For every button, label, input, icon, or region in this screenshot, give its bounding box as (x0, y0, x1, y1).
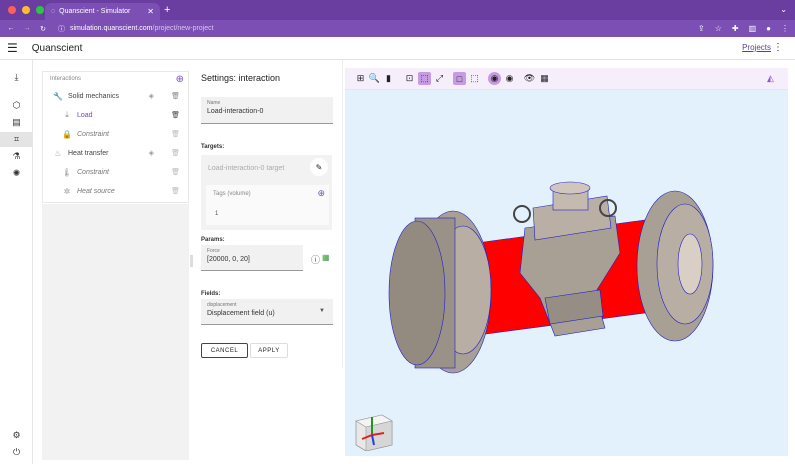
add-tag-icon[interactable]: ⊕ (317, 188, 325, 199)
tags-label: Tags (volume) (213, 191, 251, 197)
tree-panel-background (42, 204, 189, 460)
add-interaction-icon[interactable]: ⊕ (176, 74, 184, 85)
add-sub-interaction-icon[interactable]: ◈ (149, 92, 154, 100)
force-label: Force (207, 248, 220, 254)
targets-heading: Targets: (201, 144, 225, 150)
delete-icon[interactable]: 🗑 (171, 168, 180, 176)
apply-button[interactable]: APPLY (250, 343, 288, 358)
target-placeholder: Load-interaction-0 target (208, 165, 285, 172)
close-window-button[interactable] (8, 6, 16, 14)
address-bar[interactable]: ⓘ simulation.quanscient.com/project/new-… (58, 24, 214, 34)
minimize-window-button[interactable] (22, 6, 30, 14)
dropdown-arrow-icon: ▼ (319, 308, 325, 314)
tags-box: Tags (volume) ⊕ 1 (206, 185, 329, 225)
url-path: /project/new-project (152, 25, 214, 32)
pipe-model (388, 181, 714, 374)
delete-icon[interactable]: 🗑 (171, 187, 180, 195)
wrench-icon: 🔧 (53, 91, 63, 101)
tree-item-heat-transfer[interactable]: ♨ Heat transfer ◈ 🗑 (43, 145, 188, 161)
force-field[interactable]: Force [20000, 0, 20] (201, 245, 303, 271)
name-value: Load-interaction-0 (207, 108, 264, 115)
maximize-window-button[interactable] (36, 6, 44, 14)
force-value: [20000, 0, 20] (207, 256, 250, 263)
app-header: ☰ Quanscient Projects ⋮ (0, 37, 795, 60)
forward-icon[interactable]: → (22, 25, 32, 32)
cancel-button[interactable]: CANCEL (201, 343, 248, 358)
tree-title: Interactions (50, 76, 82, 82)
import-icon[interactable]: ⤓ (0, 70, 33, 85)
tree-item-label: Heat transfer (68, 149, 109, 157)
settings-title: Settings: interaction (201, 73, 281, 83)
tree-item-label: Load (77, 111, 93, 119)
delete-icon[interactable]: 🗑 (171, 92, 180, 100)
new-tab-button[interactable]: + (164, 4, 170, 16)
tab-favicon-icon: ◌ (51, 8, 56, 15)
browser-tab[interactable]: ◌ Quanscient - Simulator ✕ (45, 3, 160, 20)
side-panel-icon[interactable]: ▥ (749, 24, 757, 33)
3d-viewport[interactable]: ⊞ 🔍 ▮ ⊡ ⬚ ⤢ □ ⬚ ◉ ◉ 👁 ▦ ◭ (345, 68, 788, 456)
fields-heading: Fields: (201, 291, 221, 297)
site-info-icon[interactable]: ⓘ (58, 24, 65, 34)
edit-pencil-icon[interactable]: ✎ (310, 158, 328, 176)
share-icon[interactable]: ⇪ (698, 24, 705, 33)
tree-item-constraint-heat[interactable]: 🌡 Constraint 🗑 (43, 164, 188, 180)
extensions-icon[interactable]: ✚ (732, 24, 739, 33)
results-icon[interactable]: ✺ (0, 166, 33, 181)
tags-value: 1 (215, 211, 219, 217)
tab-search-icon[interactable]: ⌄ (780, 5, 787, 14)
heat-icon: ♨ (54, 148, 62, 158)
lock-icon: 🔒 (62, 129, 72, 139)
browser-tabstrip: ◌ Quanscient - Simulator ✕ + ⌄ (0, 0, 795, 20)
tree-item-label: Constraint (77, 168, 109, 176)
window-controls (8, 6, 44, 14)
sun-icon: ✲ (63, 186, 71, 196)
info-icon[interactable]: ⓘ (311, 253, 320, 266)
name-field[interactable]: Name Load-interaction-0 (201, 97, 333, 124)
reload-icon[interactable]: ↻ (38, 25, 48, 33)
expression-icon[interactable]: ▦ (322, 253, 330, 262)
delete-icon[interactable]: 🗑 (171, 149, 180, 157)
tab-title: Quanscient - Simulator (59, 8, 131, 15)
tree-item-heat-source[interactable]: ✲ Heat source 🗑 (43, 183, 188, 199)
arrow-down-icon: ⤓ (65, 110, 69, 119)
delete-icon[interactable]: 🗑 (171, 130, 180, 138)
materials-icon[interactable]: ▤ (0, 115, 33, 130)
displacement-value: Displacement field (u) (207, 310, 275, 317)
tree-item-label: Heat source (77, 187, 115, 195)
tree-item-label: Constraint (77, 130, 109, 138)
profile-avatar-icon[interactable]: ● (766, 24, 771, 33)
back-icon[interactable]: ← (6, 25, 16, 32)
browser-menu-icon[interactable]: ⋮ (781, 24, 789, 33)
thermometer-icon: 🌡 (61, 167, 73, 177)
tab-close-icon[interactable]: ✕ (147, 7, 154, 16)
name-label: Name (207, 100, 221, 106)
delete-icon[interactable]: 🗑 (171, 111, 180, 119)
tree-item-load[interactable]: ⤓ Load 🗑 (43, 107, 188, 123)
hamburger-menu-icon[interactable]: ☰ (7, 41, 18, 55)
params-heading: Params: (201, 237, 225, 243)
tree-item-constraint[interactable]: 🔒 Constraint 🗑 (43, 126, 188, 142)
tree-item-solid-mechanics[interactable]: 🔧 Solid mechanics ◈ 🗑 (43, 88, 188, 104)
tree-item-label: Solid mechanics (68, 92, 119, 100)
add-sub-interaction-icon[interactable]: ◈ (149, 149, 154, 157)
flask-icon[interactable]: ⚗ (0, 149, 33, 164)
projects-link[interactable]: Projects (742, 43, 771, 52)
settings-gear-icon[interactable]: ⚙ (0, 428, 33, 443)
targets-box: Load-interaction-0 target ✎ Tags (volume… (201, 155, 332, 230)
power-icon[interactable]: ⏻ (0, 445, 33, 460)
interactions-icon[interactable]: ⌗ (0, 132, 33, 147)
orientation-cube[interactable] (352, 411, 394, 451)
displacement-label: displacement (207, 302, 237, 308)
bookmark-star-icon[interactable]: ☆ (715, 24, 722, 33)
interactions-tree: Interactions ⊕ 🔧 Solid mechanics ◈ 🗑 ⤓ L… (42, 71, 189, 203)
app-menu-icon[interactable]: ⋮ (773, 42, 783, 53)
address-toolbar: ← → ↻ ⓘ simulation.quanscient.com/projec… (0, 20, 795, 37)
left-nav-rail: ⤓ ⬡ ▤ ⌗ ⚗ ✺ ⚙ ⏻ (0, 60, 33, 464)
displacement-select[interactable]: displacement Displacement field (u) ▼ (201, 299, 333, 325)
url-host: simulation.quanscient.com (70, 25, 153, 32)
geometry-cube-icon[interactable]: ⬡ (0, 98, 33, 113)
app-title: Quanscient (31, 42, 83, 54)
